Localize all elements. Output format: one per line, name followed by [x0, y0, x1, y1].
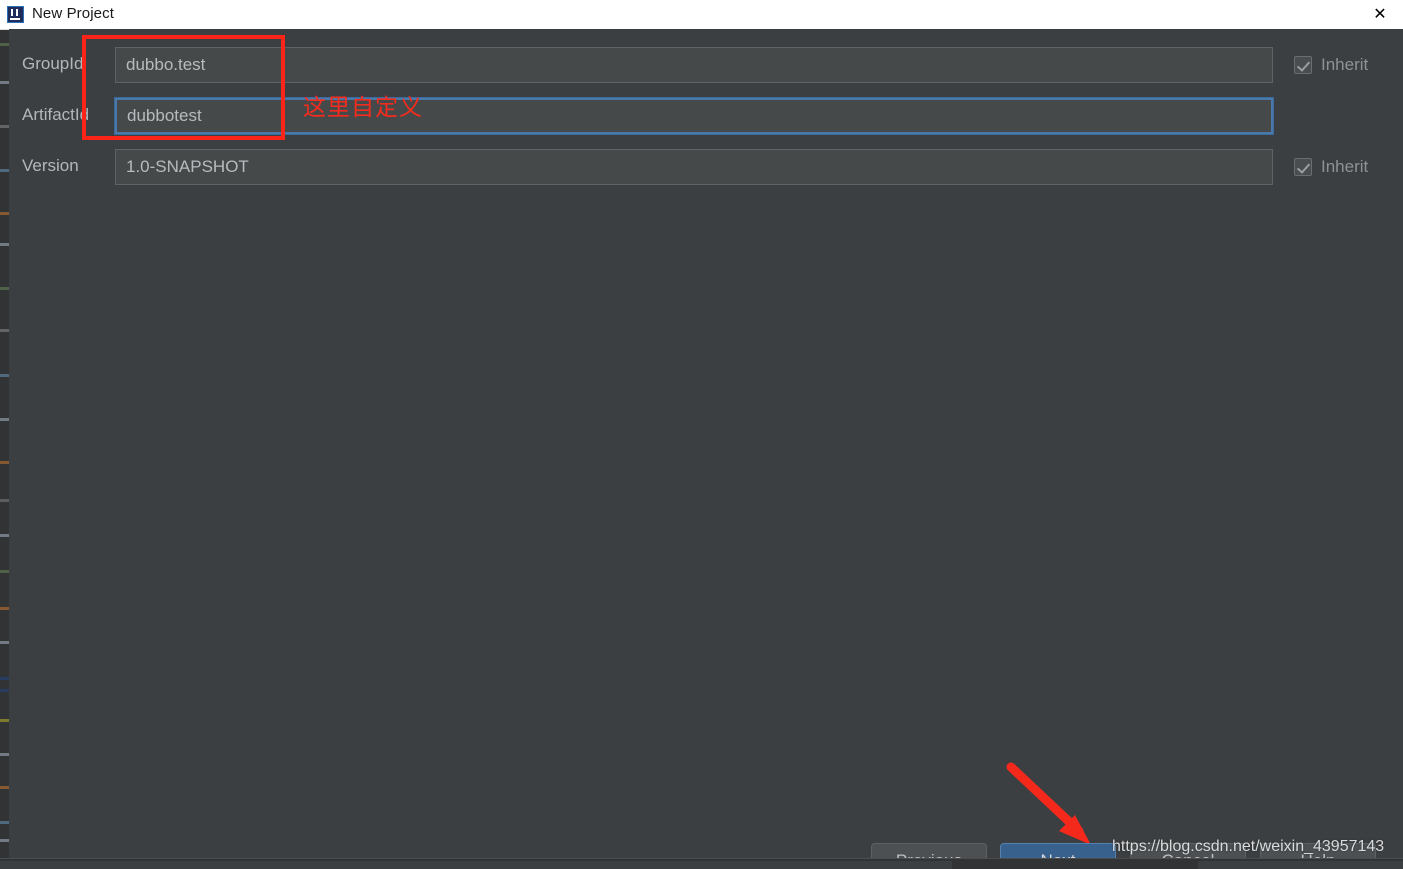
dialog-body: GroupId Inherit ArtifactId Version Inher…	[9, 29, 1403, 869]
checkbox-checked-icon[interactable]	[1294, 158, 1312, 176]
groupid-inherit-checkbox[interactable]: Inherit	[1294, 50, 1368, 80]
groupid-inherit-label: Inherit	[1321, 55, 1369, 74]
annotation-note-text: 这里自定义	[303, 95, 423, 121]
window-title: New Project	[32, 5, 114, 22]
intellij-idea-icon	[7, 6, 24, 23]
groupid-input[interactable]	[115, 47, 1273, 83]
version-inherit-label: Inherit	[1321, 157, 1369, 176]
form-row-groupid: GroupId Inherit	[9, 45, 1403, 85]
annotation-arrow-icon	[1006, 762, 1091, 845]
checkbox-checked-icon[interactable]	[1294, 56, 1312, 74]
watermark-url: https://blog.csdn.net/weixin_43957143	[1112, 838, 1385, 855]
window-titlebar: New Project ✕	[0, 0, 1403, 30]
background-window-strip	[0, 858, 1403, 869]
version-label: Version	[22, 156, 79, 175]
version-input[interactable]	[115, 149, 1273, 185]
version-inherit-checkbox[interactable]: Inherit	[1294, 152, 1368, 182]
form-row-artifactid: ArtifactId	[9, 96, 1403, 136]
groupid-label: GroupId	[22, 54, 84, 73]
form-row-version: Version Inherit	[9, 147, 1403, 187]
new-project-dialog-screen: New Project ✕ GroupId Inherit ArtifactId	[0, 0, 1403, 869]
background-editor-sliver	[0, 29, 9, 869]
artifactid-label: ArtifactId	[22, 105, 90, 124]
close-icon[interactable]: ✕	[1357, 0, 1403, 29]
artifactid-input[interactable]	[115, 98, 1273, 134]
